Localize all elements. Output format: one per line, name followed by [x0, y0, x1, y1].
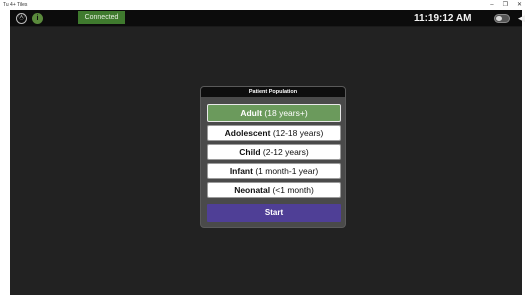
window-title: Tu 4+ Tiles: [3, 2, 28, 8]
speaker-icon[interactable]: ◀: [518, 12, 525, 25]
option-name: Adult: [240, 108, 263, 118]
option-name: Infant: [229, 166, 253, 176]
logo-icon[interactable]: Ⓐ: [16, 13, 27, 24]
dialog-title: Patient Population: [201, 87, 345, 97]
display-toggle[interactable]: [494, 14, 510, 23]
window-frame-right: [522, 10, 526, 298]
connection-status-badge: Connected: [78, 11, 125, 24]
window-frame-left: [0, 10, 10, 298]
option-child[interactable]: Child (2-12 years): [207, 144, 341, 160]
option-name: Neonatal: [234, 185, 271, 195]
option-range: (18 years+): [264, 108, 308, 118]
option-name: Child: [239, 147, 261, 157]
option-name: Adolescent: [224, 128, 271, 138]
option-range: (12-18 years): [272, 128, 324, 138]
info-icon[interactable]: i: [32, 13, 43, 24]
option-neonatal[interactable]: Neonatal (<1 month): [207, 182, 341, 198]
option-adult[interactable]: Adult (18 years+): [207, 104, 341, 122]
minimize-button[interactable]: –: [490, 0, 493, 10]
option-infant[interactable]: Infant (1 month-1 year): [207, 163, 341, 179]
window-controls: – ❐ ✕: [490, 0, 522, 10]
maximize-button[interactable]: ❐: [503, 0, 508, 10]
clock: 11:19:12 AM: [414, 13, 472, 24]
patient-population-dialog: Patient Population Adult (18 years+) Ado…: [200, 86, 346, 228]
app-header: Ⓐ i Connected 11:19:12 AM ◀: [10, 10, 525, 27]
option-range: (<1 month): [272, 185, 314, 195]
option-adolescent[interactable]: Adolescent (12-18 years): [207, 125, 341, 141]
toggle-knob: [496, 16, 502, 21]
option-range: (1 month-1 year): [255, 166, 319, 176]
window-titlebar: Tu 4+ Tiles – ❐ ✕: [0, 0, 526, 10]
close-button[interactable]: ✕: [517, 0, 522, 10]
option-range: (2-12 years): [262, 147, 309, 157]
start-button[interactable]: Start: [207, 204, 341, 222]
